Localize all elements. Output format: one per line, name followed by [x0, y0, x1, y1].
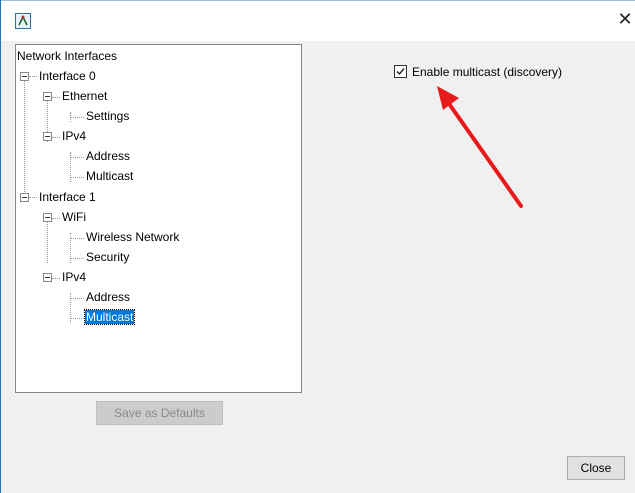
checkmark-icon: [396, 68, 405, 76]
tree-item-label: Address: [86, 290, 131, 304]
tree-connector: [52, 97, 60, 98]
tree-item-label: Interface 1: [39, 190, 96, 204]
tree-item-wireless-network[interactable]: Wireless Network: [85, 228, 180, 247]
annotation-arrow-icon: [437, 86, 523, 208]
tree-item-multicast-1-selected[interactable]: Multicast: [83, 308, 136, 327]
collapse-icon[interactable]: [20, 72, 29, 81]
tree-connector: [70, 117, 84, 118]
tree-connector: [70, 258, 84, 259]
tree-item-label: Ethernet: [62, 89, 108, 103]
tree-connector: [70, 238, 84, 239]
close-icon[interactable]: ✕: [617, 11, 633, 29]
collapse-icon[interactable]: [43, 273, 52, 282]
enable-multicast-label: Enable multicast (discovery): [412, 65, 563, 79]
tree-item-label: Wireless Network: [86, 230, 180, 244]
close-button[interactable]: Close: [567, 456, 625, 480]
tree-item-network-interfaces[interactable]: Network Interfaces: [16, 47, 118, 66]
tree-connector: [24, 72, 25, 202]
tree-item-ipv4-0[interactable]: IPv4: [61, 127, 87, 146]
tree-item-label: Settings: [86, 109, 130, 123]
tree-connector: [70, 298, 84, 299]
tree-item-wifi[interactable]: WiFi: [61, 208, 87, 227]
tree-connector: [52, 137, 60, 138]
tree-item-ethernet-settings[interactable]: Settings: [85, 107, 130, 126]
title-bar: ✕: [1, 0, 635, 41]
tree-item-label: Interface 0: [39, 69, 96, 83]
tree-item-label: Multicast: [83, 309, 136, 325]
tree-item-interface-0[interactable]: Interface 0: [38, 67, 97, 86]
collapse-icon[interactable]: [43, 92, 52, 101]
tree-item-label: WiFi: [62, 210, 86, 224]
network-tree[interactable]: Network Interfaces Interface 0 Ethernet …: [15, 44, 302, 393]
tree-item-security[interactable]: Security: [85, 248, 130, 267]
tree-connector: [29, 76, 37, 77]
tree-item-multicast-0[interactable]: Multicast: [85, 167, 134, 186]
save-as-defaults-button[interactable]: Save as Defaults: [96, 401, 223, 425]
tree-item-label: Network Interfaces: [17, 49, 118, 63]
app-icon: [15, 13, 31, 29]
tree-connector: [70, 157, 84, 158]
tree-item-ethernet[interactable]: Ethernet: [61, 87, 108, 106]
tree-connector: [70, 177, 84, 178]
tree-connector: [52, 278, 60, 279]
collapse-icon[interactable]: [43, 213, 52, 222]
collapse-icon[interactable]: [20, 193, 29, 202]
tree-item-label: IPv4: [62, 270, 87, 284]
tree-item-address-0[interactable]: Address: [85, 147, 131, 166]
tree-connector: [52, 218, 60, 219]
tree-item-interface-1[interactable]: Interface 1: [38, 188, 97, 207]
dialog-window: ✕ Network Interfaces Interface 0 Etherne…: [0, 0, 635, 493]
tree-connector: [29, 197, 37, 198]
tree-item-label: Security: [86, 250, 130, 264]
tree-connector: [70, 318, 84, 319]
tree-item-ipv4-1[interactable]: IPv4: [61, 268, 87, 287]
tree-item-label: Multicast: [86, 169, 134, 183]
tree-item-label: IPv4: [62, 129, 87, 143]
enable-multicast-checkbox[interactable]: [394, 65, 407, 78]
tree-item-label: Address: [86, 149, 131, 163]
tree-item-address-1[interactable]: Address: [85, 288, 131, 307]
collapse-icon[interactable]: [43, 132, 52, 141]
